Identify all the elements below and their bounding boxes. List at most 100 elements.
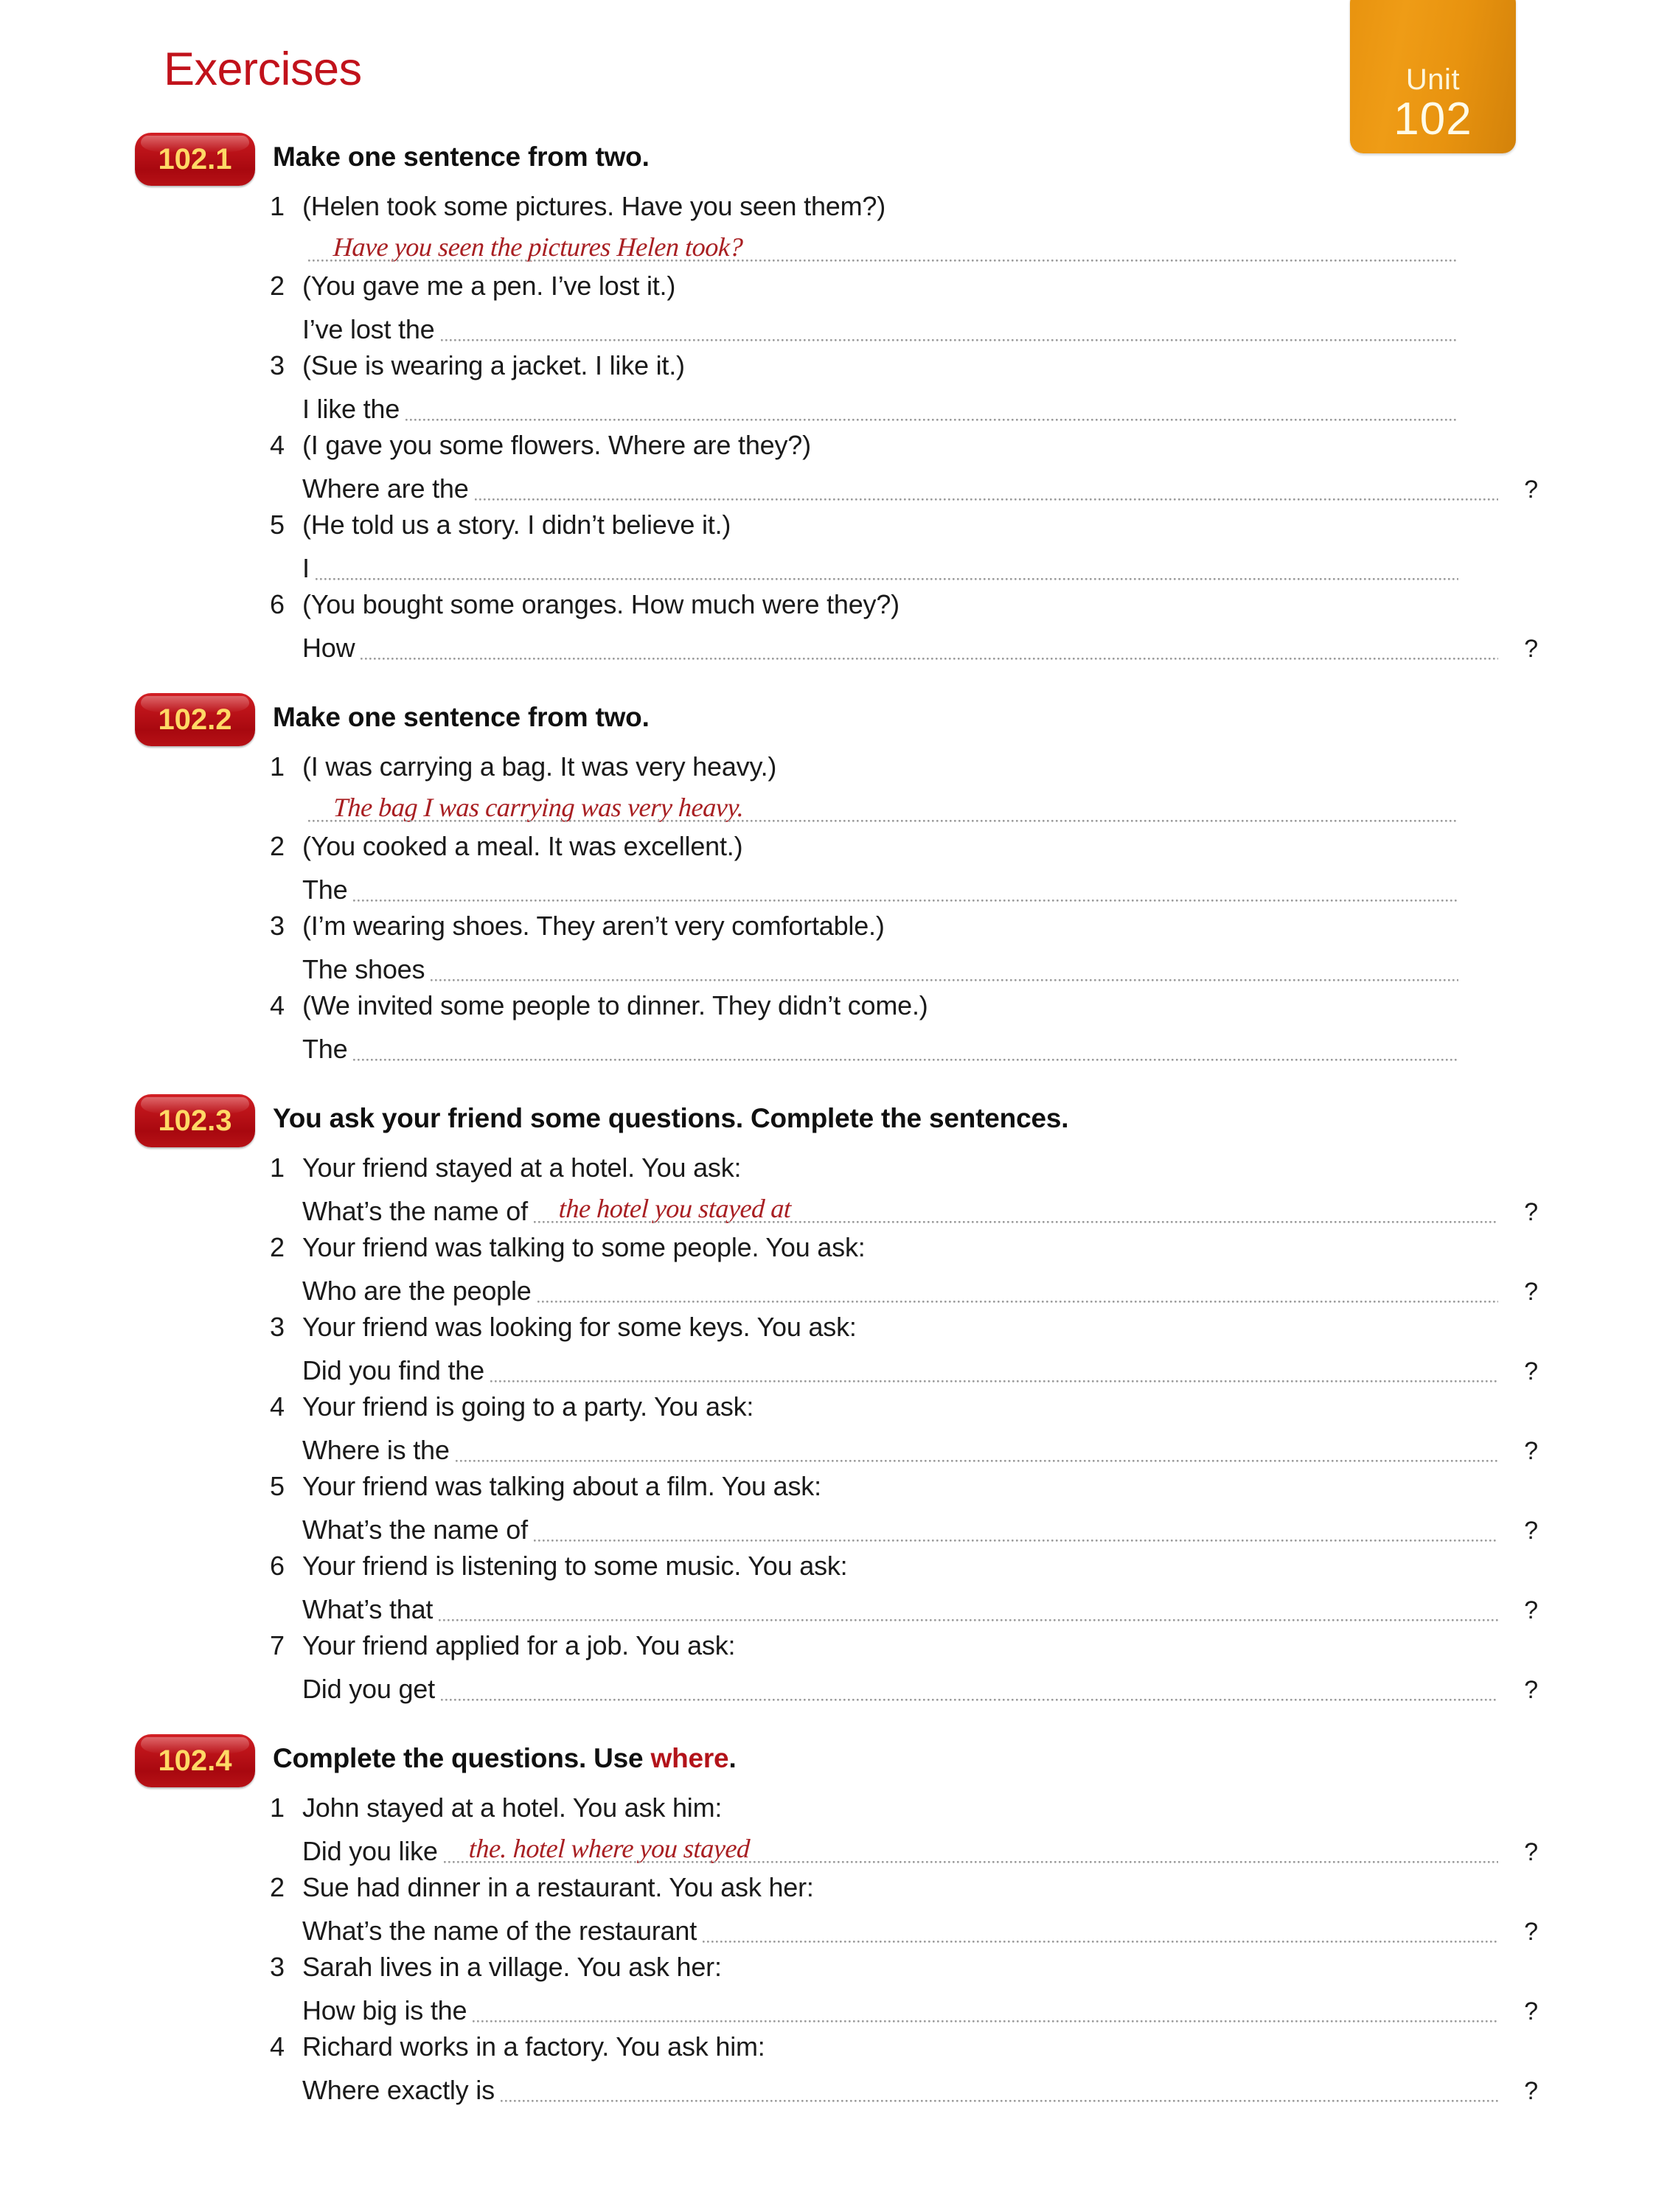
answer-row[interactable]: Where exactly is? (0, 2066, 1667, 2107)
answer-row[interactable]: What’s that? (0, 1585, 1667, 1627)
item-prompt-text: Your friend applied for a job. You ask: (302, 1630, 736, 1660)
item-prompt: 5 Your friend was talking about a film. Y… (0, 1467, 1667, 1506)
answer-row[interactable]: How? (0, 624, 1667, 665)
answer-row[interactable]: I (0, 544, 1667, 585)
answer-blank-line[interactable]: Have you seen the pictures Helen took? (308, 232, 1458, 267)
item-prompt-text: Your friend is going to a party. You ask… (302, 1391, 754, 1422)
answer-row[interactable]: I’ve lost the (0, 305, 1667, 347)
item-number: 2 (270, 1872, 285, 1902)
item-prompt-text: Your friend was looking for some keys. Y… (302, 1312, 857, 1342)
answer-sentence-start: Who are the people (302, 1276, 532, 1306)
answer-row[interactable]: What’s the name of? (0, 1506, 1667, 1547)
answer-row[interactable]: How big is the? (0, 1986, 1667, 2028)
exercise-number-label: 102.2 (158, 703, 232, 736)
question-mark: ? (1524, 1517, 1538, 1545)
answer-blank-line[interactable] (490, 1354, 1499, 1388)
exercise-item: 5 Your friend was talking about a film. Y… (0, 1467, 1667, 1547)
exercise-section: 102.2 Make one sentence from two. 1 (I was … (0, 693, 1667, 1066)
answer-blank-line[interactable]: the hotel you stayed at (533, 1194, 1499, 1228)
answer-row[interactable]: Did you find the? (0, 1346, 1667, 1388)
exercise-item: 3 Sarah lives in a village. You ask her: H… (0, 1948, 1667, 2028)
answer-row[interactable]: The bag I was carrying was very heavy. (0, 786, 1667, 827)
answer-blank-line[interactable] (406, 392, 1458, 426)
exercise-items: 1 (Helen took some pictures. Have you see… (0, 187, 1667, 665)
answer-row[interactable]: Where are the? (0, 465, 1667, 506)
item-prompt-text: (You bought some oranges. How much were … (302, 589, 899, 619)
item-number: 1 (270, 751, 285, 782)
answer-row[interactable]: Where is the? (0, 1426, 1667, 1467)
answer-blank-line[interactable] (537, 1274, 1499, 1308)
answer-row[interactable]: I like the (0, 385, 1667, 426)
answer-sentence-start: How big is the (302, 1995, 467, 2025)
exercise-item: 4 (I gave you some flowers. Where are the… (0, 426, 1667, 506)
item-prompt: 1 Your friend stayed at a hotel. You ask: (0, 1149, 1667, 1187)
exercise-items: 1 John stayed at a hotel. You ask him: Did… (0, 1789, 1667, 2107)
unit-label: Unit (1405, 63, 1461, 96)
answer-row[interactable]: Have you seen the pictures Helen took? (0, 226, 1667, 267)
question-mark: ? (1524, 1676, 1538, 1704)
answer-blank-line[interactable] (439, 1593, 1498, 1627)
answer-blank-line[interactable]: the. hotel where you stayed (443, 1834, 1499, 1868)
question-mark: ? (1524, 1198, 1538, 1226)
answer-blank-line[interactable] (533, 1513, 1499, 1547)
item-prompt: 5 (He told us a story. I didn’t believe i… (0, 506, 1667, 544)
answer-blank-line[interactable] (353, 873, 1458, 907)
answer-blank-line[interactable] (455, 1433, 1499, 1467)
answer-row[interactable]: Did you like the. hotel where you stayed? (0, 1827, 1667, 1868)
item-prompt-text: (I was carrying a bag. It was very heavy… (302, 751, 777, 782)
exercise-instruction: Make one sentence from two. (273, 142, 650, 173)
item-prompt-text: Sue had dinner in a restaurant. You ask … (302, 1872, 814, 1902)
answer-blank-line[interactable] (361, 631, 1498, 665)
item-prompt-text: Your friend was talking about a film. Yo… (302, 1471, 821, 1501)
answer-row[interactable]: The (0, 866, 1667, 907)
exercise-number-label: 102.4 (158, 1744, 232, 1777)
exercise-item: 3 (I’m wearing shoes. They aren’t very co… (0, 907, 1667, 987)
item-number: 1 (270, 1792, 285, 1823)
item-number: 3 (270, 1952, 285, 1982)
answer-blank-line[interactable] (315, 552, 1459, 585)
exercise-item: 1 (I was carrying a bag. It was very heav… (0, 748, 1667, 827)
answer-blank-line[interactable] (500, 2073, 1499, 2107)
answer-blank-line[interactable] (703, 1914, 1498, 1948)
answer-row[interactable]: The (0, 1025, 1667, 1066)
answer-blank-line[interactable]: The bag I was carrying was very heavy. (308, 793, 1458, 827)
answer-blank-line[interactable] (431, 953, 1458, 987)
handwritten-answer: the hotel you stayed at (557, 1194, 792, 1223)
answer-row[interactable]: What’s the name of the hotel you stayed a… (0, 1187, 1667, 1228)
page-title: Exercises (164, 44, 362, 95)
exercise-items: 1 Your friend stayed at a hotel. You ask:… (0, 1149, 1667, 1706)
exercise-item: 4 Your friend is going to a party. You as… (0, 1388, 1667, 1467)
answer-row[interactable]: Did you get? (0, 1665, 1667, 1706)
answer-row[interactable]: What’s the name of the restaurant? (0, 1907, 1667, 1948)
item-prompt-text: (Sue is wearing a jacket. I like it.) (302, 350, 685, 380)
item-prompt: 3 Sarah lives in a village. You ask her: (0, 1948, 1667, 1986)
exercise-section: 102.1 Make one sentence from two. 1 (Helen … (0, 133, 1667, 665)
answer-sentence-start: Did you get (302, 1674, 435, 1704)
exercise-number-badge: 102.3 (135, 1094, 255, 1147)
answer-blank-line[interactable] (353, 1032, 1458, 1066)
exercise-item: 3 (Sue is wearing a jacket. I like it.) I … (0, 347, 1667, 426)
answer-sentence-start: Where is the (302, 1435, 450, 1465)
answer-blank-line[interactable] (473, 1994, 1498, 2028)
exercise-number-badge: 102.4 (135, 1734, 255, 1787)
item-prompt-text: Sarah lives in a village. You ask her: (302, 1952, 722, 1982)
item-prompt: 3 (I’m wearing shoes. They aren’t very co… (0, 907, 1667, 945)
item-number: 6 (270, 589, 285, 619)
answer-row[interactable]: Who are the people? (0, 1267, 1667, 1308)
answer-blank-line[interactable] (474, 472, 1499, 506)
answer-sentence-start: I’ve lost the (302, 314, 435, 344)
item-number: 4 (270, 990, 285, 1020)
answer-row[interactable]: The shoes (0, 945, 1667, 987)
item-prompt-text: John stayed at a hotel. You ask him: (302, 1792, 723, 1823)
exercise-section: 102.4 Complete the questions. Use where. 1… (0, 1734, 1667, 2107)
item-prompt-text: Your friend was talking to some people. … (302, 1232, 866, 1262)
exercise-number-label: 102.3 (158, 1104, 232, 1137)
answer-sentence-start: The shoes (302, 954, 425, 984)
instruction-text: Make one sentence from two. (273, 142, 650, 172)
exercise-instruction: Make one sentence from two. (273, 702, 650, 733)
answer-blank-line[interactable] (440, 313, 1459, 347)
answer-sentence-start: Did you like (302, 1836, 438, 1866)
exercise-item: 2 Your friend was talking to some people.… (0, 1228, 1667, 1308)
answer-blank-line[interactable] (440, 1672, 1499, 1706)
question-mark: ? (1524, 1596, 1538, 1624)
